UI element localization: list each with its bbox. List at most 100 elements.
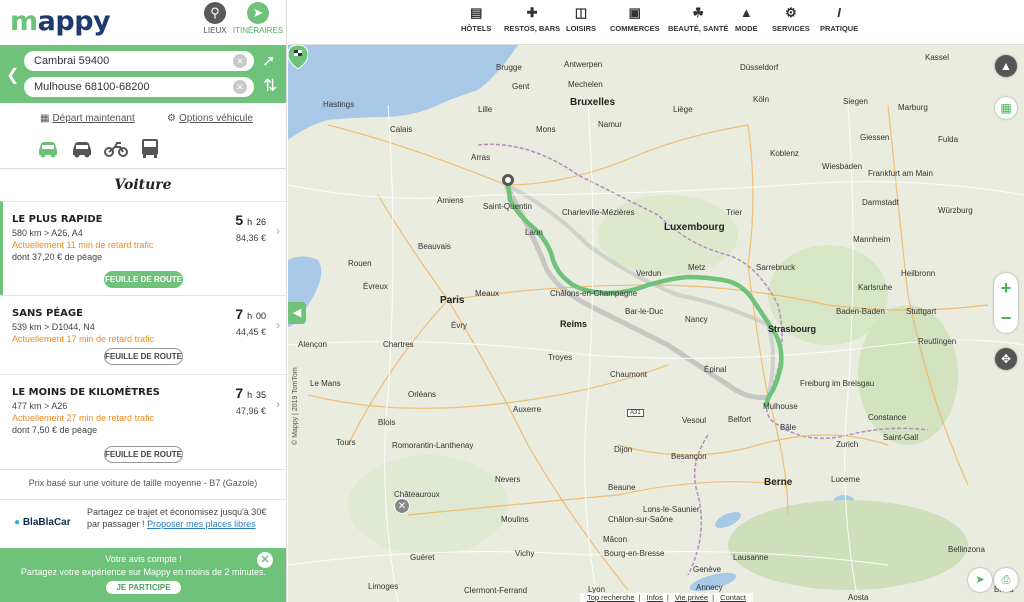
mode-title: Voiture — [0, 168, 286, 201]
route-option-fastest[interactable]: LE PLUS RAPIDE 580 km > A26, A4 Actuelle… — [0, 201, 286, 295]
footer-link-vie-privee[interactable]: Vie privée — [675, 593, 708, 602]
city-label: Chaumont — [610, 370, 647, 379]
city-label: Constance — [868, 413, 907, 422]
tab-itineraires[interactable]: ➤ ITINÉRAIRES — [230, 2, 286, 35]
route-option-shortest[interactable]: LE MOINS DE KILOMÈTRES 477 km > A26 Actu… — [0, 374, 286, 469]
city-label: Annecy — [696, 583, 723, 592]
city-label: Le Mans — [310, 379, 341, 388]
bus-icon[interactable] — [138, 137, 162, 159]
map-footer-links: Top recherche | Infos | Vie privée | Contac… — [580, 593, 754, 602]
city-label: Sarrebruck — [756, 263, 796, 272]
category-loisirs[interactable]: ◫ LOISIRS — [566, 5, 596, 33]
roadbook-button[interactable]: FEUILLE DE ROUTE — [104, 446, 183, 463]
route-detail: 580 km > A26, A4 — [12, 228, 83, 238]
route-form: ❮ ✕ ✕ ➚ ⇅ — [0, 45, 286, 103]
category-mode[interactable]: ▲ MODE — [735, 5, 758, 33]
category-commerces[interactable]: ▣ COMMERCES — [610, 5, 660, 33]
city-label: Nancy — [685, 315, 708, 324]
city-label: Beauvais — [418, 242, 451, 251]
print-icon[interactable]: ⎙ — [994, 568, 1018, 592]
map-copyright: © Mappy | 2019 TomTom — [292, 367, 299, 445]
route-toll: dont 37,20 € de péage — [12, 252, 103, 262]
city-label: Chartres — [383, 340, 414, 349]
finish-flag-marker[interactable] — [288, 45, 308, 69]
compass-icon[interactable]: ▲ — [995, 55, 1017, 77]
city-label: Saint-Quentin — [483, 202, 532, 211]
category-pratique[interactable]: i PRATIQUE — [820, 5, 858, 33]
city-label: Belfort — [728, 415, 752, 424]
car-icon[interactable] — [36, 137, 60, 159]
city-label: Köln — [753, 95, 770, 104]
ardennes-area — [598, 195, 738, 275]
participate-button[interactable]: JE PARTICIPE — [106, 581, 181, 594]
city-label: Clermont-Ferrand — [464, 586, 528, 595]
route-duration: 7 h 35 — [235, 385, 266, 401]
city-label: Würzburg — [938, 206, 973, 215]
city-label: Laon — [525, 228, 543, 237]
destination-input[interactable] — [24, 77, 254, 97]
add-step-icon[interactable]: ➚ — [262, 51, 275, 71]
depart-link[interactable]: ▦ Départ maintenant — [40, 113, 135, 124]
info-icon: i — [837, 5, 841, 20]
city-label: Arras — [471, 153, 491, 162]
mappy-logo[interactable]: mappy — [10, 6, 111, 37]
map-view[interactable]: Bruxelles Luxembourg Paris Berne Strasbourg R… — [288, 45, 1024, 602]
app-window: mappy ⚲ LIEUX ➤ ITINÉRAIRES ❮ ✕ ✕ ➚ ⇅ ▦D… — [0, 0, 1024, 602]
move-icon[interactable]: ✥ — [995, 348, 1017, 370]
city-label: Strasbourg — [768, 324, 817, 334]
route-option-no-toll[interactable]: SANS PÉAGE 539 km > D1044, N4 Actuelleme… — [0, 295, 286, 374]
clear-departure-icon[interactable]: ✕ — [233, 54, 247, 68]
car-alt-icon[interactable] — [70, 137, 94, 159]
tab-itineraires-label: ITINÉRAIRES — [232, 26, 284, 35]
swap-icon[interactable]: ⇅ — [263, 76, 277, 96]
city-label: Calais — [390, 125, 413, 134]
category-beaute-sante[interactable]: ☘ BEAUTÉ, SANTÉ — [668, 5, 728, 33]
roadbook-button[interactable]: FEUILLE DE ROUTE — [104, 271, 183, 288]
category-restos-bars[interactable]: ✚ RESTOS, BARS — [504, 5, 560, 33]
sidebar: mappy ⚲ LIEUX ➤ ITINÉRAIRES ❮ ✕ ✕ ➚ ⇅ ▦D… — [0, 0, 287, 602]
city-label: Berne — [764, 477, 793, 488]
vehicle-options-link[interactable]: ⚙ Options véhicule — [167, 113, 253, 124]
alps-area — [728, 500, 968, 590]
city-label: Reims — [560, 319, 588, 329]
city-label: Heilbronn — [901, 269, 936, 278]
blablacar-offer-link[interactable]: Proposer mes places libres — [147, 519, 256, 529]
collapse-panel-button[interactable]: ◀ — [288, 302, 306, 324]
back-arrow-icon[interactable]: ❮ — [6, 65, 19, 85]
city-label: Mechelen — [568, 80, 603, 89]
footer-link-top-recherche[interactable]: Top recherche — [587, 593, 635, 602]
start-marker[interactable] — [502, 174, 514, 186]
footer-link-contact[interactable]: Contact — [720, 593, 746, 602]
chevron-right-icon: › — [276, 397, 280, 411]
motorbike-icon[interactable] — [104, 137, 128, 159]
roadbook-button[interactable]: FEUILLE DE ROUTE — [104, 348, 183, 365]
zoom-controls: + − — [994, 273, 1018, 333]
footer-link-infos[interactable]: Infos — [647, 593, 663, 602]
category-services[interactable]: ⚙ SERVICES — [772, 5, 810, 33]
send-icon[interactable]: ➤ — [968, 568, 992, 592]
route-icon: ➤ — [247, 2, 269, 24]
zoom-in-button[interactable]: + — [994, 273, 1018, 303]
city-label: Karlsruhe — [858, 283, 893, 292]
clear-destination-icon[interactable]: ✕ — [233, 80, 247, 94]
city-label: Troyes — [548, 353, 573, 362]
city-label: Amiens — [437, 196, 464, 205]
city-label: Genève — [693, 565, 722, 574]
route-traffic: Actuellement 11 min de retard trafic — [12, 240, 154, 250]
city-label: Guéret — [410, 553, 435, 562]
city-label: Liège — [673, 105, 693, 114]
city-label: Bar-le-Duc — [625, 307, 664, 316]
departure-input[interactable] — [24, 51, 254, 71]
city-label: Alençon — [298, 340, 327, 349]
city-label: Auxerre — [513, 405, 542, 414]
city-label: Lucerne — [831, 475, 860, 484]
zoom-out-button[interactable]: − — [994, 303, 1018, 333]
city-label: Namur — [598, 120, 623, 129]
layers-icon[interactable]: ▦ — [995, 97, 1017, 119]
close-icon[interactable]: ✕ — [257, 552, 273, 568]
category-hotels[interactable]: ▤ HÔTELS — [461, 5, 491, 33]
pin-icon: ⚲ — [204, 2, 226, 24]
close-marker-icon[interactable]: ✕ — [394, 498, 410, 514]
city-label: Freiburg im Breisgau — [800, 379, 875, 388]
city-label: Vesoul — [682, 416, 707, 425]
